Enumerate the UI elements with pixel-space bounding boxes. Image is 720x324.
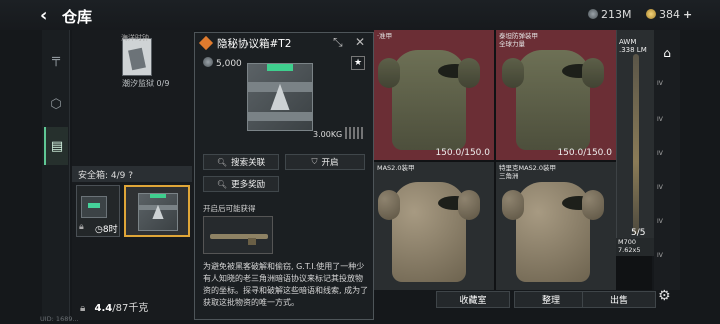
item-name: 泰坦防弹装甲 全球力量 (499, 32, 538, 48)
popup-title: 隐秘协议箱#T2 (198, 35, 291, 51)
rifle-name: AWM .338 LM (619, 38, 647, 54)
grid-size-icon (345, 127, 363, 139)
sort-button[interactable]: 整理 (514, 291, 588, 308)
rarity-icon (198, 35, 214, 51)
plus-icon[interactable]: + (683, 8, 692, 21)
page-title: 仓库 (62, 8, 93, 26)
item-caption: 海洋时钟 (121, 34, 149, 42)
collapse-icon[interactable]: ⤡ (333, 35, 343, 50)
safe-box-header: 安全箱: 4/9 ? (72, 166, 192, 182)
search-icon: 🔍︎ (216, 157, 228, 167)
crate-icon (81, 196, 107, 218)
open-button[interactable]: ⛉ 开启 (285, 154, 365, 170)
item-label: 潮汐监狱 0/9 (122, 79, 170, 88)
gear-icon[interactable]: ⚙ (658, 288, 671, 304)
left-nav: ╤ ⬡ ▤ (42, 30, 70, 320)
safe-slot-small[interactable]: 🔒︎ ◷8时 (76, 185, 120, 237)
reward-item-slot[interactable] (203, 216, 273, 254)
coin-icon (588, 9, 598, 19)
item-grid: ‧准甲 150.0/150.0 泰坦防弹装甲 全球力量 150.0/150.0 … (374, 30, 652, 290)
grid-item[interactable]: 泰坦防弹装甲 全球力量 150.0/150.0 (496, 30, 616, 160)
gold-coin-icon (646, 9, 656, 19)
close-icon[interactable]: ✕ (355, 35, 365, 49)
armor-icon (392, 182, 472, 282)
top-bar: ‹ 仓库 213M 384 + (0, 0, 720, 30)
clipboard-icon[interactable]: ▤ (44, 127, 68, 165)
safe-slot-selected[interactable] (124, 185, 190, 237)
rifle-slot-m700[interactable]: M700 7.62x5 (616, 238, 654, 256)
grid-item[interactable]: MAS2.0装甲 (374, 162, 494, 290)
chevron-left-icon[interactable]: ‹ (40, 5, 47, 26)
armor-icon (392, 50, 472, 150)
tier-label: IV (657, 218, 663, 225)
card-icon (128, 47, 146, 71)
tier-label: IV (657, 116, 663, 123)
grid-item[interactable]: ‧准甲 150.0/150.0 (374, 30, 494, 160)
coin-icon (203, 57, 213, 67)
right-bar: ⌂ IV IV IV IV IV IV (654, 30, 680, 290)
weight-current: 4.4 (94, 303, 113, 314)
gold-currency[interactable]: 384 + (646, 8, 692, 21)
rifle-slot[interactable]: AWM .338 LM 5/5 (616, 30, 654, 256)
search-related-button[interactable]: 🔍︎ 搜索关联 (203, 154, 279, 170)
item-name: MAS2.0装甲 (377, 164, 415, 172)
sniper-rifle-icon (633, 54, 639, 234)
lock-icon: 🔒︎ (80, 303, 86, 314)
item-price: 5,000 (203, 57, 242, 69)
sell-button[interactable]: 出售 (582, 291, 656, 308)
item-name: 特里克MAS2.0装甲 三角洲 (499, 164, 557, 180)
tier-label: IV (657, 150, 663, 157)
pistol-icon[interactable]: ╤ (44, 40, 68, 78)
helmet-icon[interactable]: ⌂ (658, 44, 676, 62)
weight-indicator: 🔒︎ 4.4/87千克 (72, 290, 194, 320)
grid-item[interactable]: 特里克MAS2.0装甲 三角洲 (496, 162, 616, 290)
armor-icon (516, 50, 596, 150)
tier-label: IV (657, 184, 663, 191)
item-name: ‧准甲 (377, 32, 393, 40)
item-weight: 3.00KG (313, 130, 343, 139)
crate-icon (138, 193, 178, 231)
item-durability: 150.0/150.0 (557, 148, 612, 158)
open-icon: ⛉ (311, 157, 318, 166)
more-rewards-button[interactable]: 🔍︎ 更多奖励 (203, 176, 279, 192)
crate-image (247, 63, 313, 131)
item-detail-popup: 隐秘协议箱#T2 ⤡ ✕ 5,000 ★ 3.00KG 🔍︎ 搜索关联 ⛉ 开启 🔍… (194, 32, 374, 320)
badge-icon[interactable]: ⬡ (44, 85, 68, 123)
armor-icon (516, 182, 596, 282)
tier-label: IV (657, 80, 663, 87)
item-description: 为避免被黑客破解和偷窃, G.T.I.使用了一种少有人知晓的老三角洲暗语协议来标… (203, 262, 369, 307)
tier-label: IV (657, 252, 663, 259)
item-card[interactable]: 海洋时钟 (121, 34, 152, 76)
lock-icon: 🔒︎ (79, 222, 84, 232)
favorite-star-icon[interactable]: ★ (351, 56, 365, 70)
timer-label: ◷8时 (95, 225, 118, 235)
search-icon: 🔍︎ (216, 179, 228, 189)
rifle-icon (210, 234, 268, 245)
uid-text: UID: 1689... (40, 315, 79, 323)
ammo-count: 5/5 (631, 228, 646, 238)
collection-room-button[interactable]: 收藏室 (436, 291, 510, 308)
item-durability: 150.0/150.0 (435, 148, 490, 158)
weight-max: /87千克 (112, 303, 149, 314)
silver-currency: 213M (588, 8, 632, 21)
possible-rewards-label: 开启后可能获得 (203, 204, 256, 213)
